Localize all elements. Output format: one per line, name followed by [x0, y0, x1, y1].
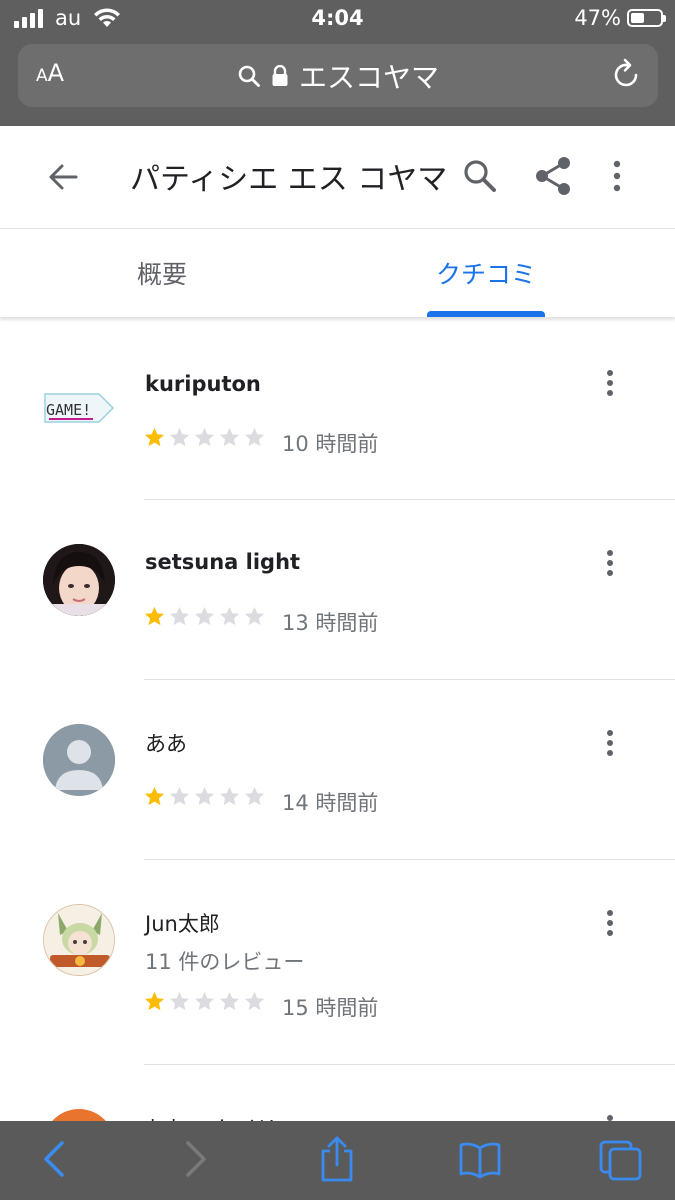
- star-empty-icon: [194, 427, 215, 447]
- url-text: エスコヤマ: [298, 61, 439, 94]
- review-item: setsuna light 13 時間前: [0, 500, 675, 680]
- more-vertical-icon: [607, 550, 613, 576]
- default-person-icon: [43, 724, 115, 796]
- star-empty-icon: [219, 991, 240, 1011]
- page-title: パティシエ エス コヤマ: [130, 162, 448, 197]
- star-empty-icon: [169, 991, 190, 1011]
- tabs-button[interactable]: [598, 1139, 644, 1185]
- tab-bar: 概要 クチコミ: [0, 229, 675, 317]
- share-button[interactable]: [534, 156, 572, 200]
- star-empty-icon: [194, 786, 215, 806]
- search-button[interactable]: [462, 158, 498, 198]
- star-empty-icon: [194, 991, 215, 1011]
- reviewer-review-count: 11 件のレビュー: [145, 950, 305, 974]
- chevron-left-icon: [44, 1141, 64, 1177]
- more-vertical-icon: [607, 370, 613, 396]
- reviewer-name[interactable]: ああ: [145, 728, 187, 758]
- browser-chrome: au 4:04 47% AA エスコヤマ: [0, 0, 675, 126]
- status-bar: au 4:04 47%: [0, 0, 675, 38]
- tab-reviews[interactable]: クチコミ: [436, 255, 536, 291]
- review-time: 14 時間前: [282, 791, 379, 815]
- review-more-button[interactable]: [603, 368, 617, 402]
- star-empty-icon: [194, 606, 215, 626]
- lock-icon: [272, 65, 288, 86]
- reload-icon: [614, 58, 638, 87]
- review-item: GAME! kuriputon 10 時間前: [0, 322, 675, 500]
- star-empty-icon: [244, 606, 265, 626]
- avatar: [43, 724, 115, 796]
- address-bar[interactable]: AA エスコヤマ: [18, 44, 658, 107]
- star-filled-icon: [144, 786, 165, 806]
- reviewer-name[interactable]: setsuna light: [145, 550, 300, 574]
- bookmarks-button[interactable]: [458, 1141, 502, 1183]
- star-empty-icon: [169, 427, 190, 447]
- review-more-button[interactable]: [603, 548, 617, 582]
- share-sheet-button[interactable]: [318, 1135, 356, 1187]
- star-filled-icon: [144, 991, 165, 1011]
- browser-toolbar: [0, 1121, 675, 1200]
- star-filled-icon: [144, 427, 165, 447]
- review-item: ああ 14 時間前: [0, 680, 675, 860]
- review-more-button[interactable]: [603, 908, 617, 942]
- star-empty-icon: [244, 991, 265, 1011]
- star-filled-icon: [144, 606, 165, 626]
- illustration-avatar: [44, 905, 114, 975]
- game-logo-image: GAME!: [44, 393, 115, 423]
- review-more-button[interactable]: [603, 1113, 617, 1121]
- star-empty-icon: [169, 786, 190, 806]
- star-empty-icon: [244, 786, 265, 806]
- star-rating: [143, 990, 266, 1013]
- review-time: 10 時間前: [282, 432, 379, 456]
- reviewer-name[interactable]: おおー ケイリ: [145, 1113, 277, 1121]
- star-rating: [143, 605, 266, 628]
- profile-photo: [43, 544, 115, 616]
- reviewer-name[interactable]: Jun太郎: [145, 908, 220, 938]
- battery-percent: 47%: [574, 6, 621, 30]
- avatar: GAME!: [43, 370, 115, 442]
- star-rating: [143, 785, 266, 808]
- book-icon: [459, 1142, 501, 1179]
- star-empty-icon: [244, 427, 265, 447]
- more-vertical-icon: [607, 1115, 613, 1121]
- arrow-left-icon: [49, 164, 78, 190]
- star-empty-icon: [219, 427, 240, 447]
- more-vertical-icon: [607, 910, 613, 936]
- share-icon: [536, 157, 570, 195]
- review-more-button[interactable]: [603, 728, 617, 762]
- battery-icon: [627, 9, 666, 27]
- review-item: おおー ケイリ: [0, 1065, 675, 1121]
- more-options-button[interactable]: [603, 158, 631, 198]
- search-icon: [238, 65, 260, 87]
- tabs-icon: [599, 1140, 642, 1181]
- tab-overview[interactable]: 概要: [137, 255, 187, 291]
- browser-back-button[interactable]: [40, 1139, 70, 1183]
- chevron-right-icon: [186, 1141, 206, 1177]
- star-empty-icon: [219, 606, 240, 626]
- review-time: 15 時間前: [282, 996, 379, 1020]
- more-vertical-icon: [607, 730, 613, 756]
- avatar: [43, 1109, 115, 1121]
- reload-button[interactable]: [612, 58, 642, 96]
- more-vertical-icon: [613, 160, 621, 192]
- review-item: Jun太郎 11 件のレビュー 15 時間前: [0, 860, 675, 1065]
- avatar: [43, 904, 115, 976]
- star-empty-icon: [219, 786, 240, 806]
- app-bar: パティシエ エス コヤマ: [0, 126, 675, 229]
- star-empty-icon: [169, 606, 190, 626]
- browser-forward-button[interactable]: [180, 1139, 210, 1183]
- avatar-logo-text: GAME!: [46, 401, 91, 419]
- reviewer-name[interactable]: kuriputon: [145, 372, 261, 396]
- search-icon: [464, 160, 496, 192]
- avatar: [43, 544, 115, 616]
- back-button[interactable]: [46, 160, 80, 198]
- star-rating: [143, 426, 266, 449]
- active-tab-indicator: [427, 311, 545, 317]
- share-up-icon: [321, 1136, 353, 1182]
- review-time: 13 時間前: [282, 611, 379, 635]
